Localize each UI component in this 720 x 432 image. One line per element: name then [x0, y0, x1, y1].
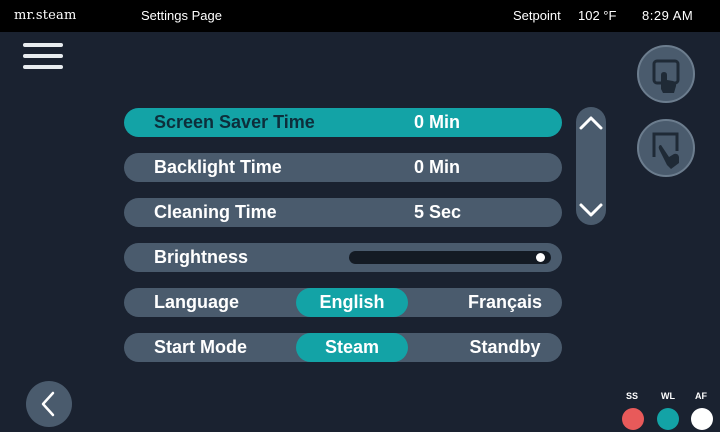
back-button[interactable]: [26, 381, 72, 427]
setpoint-label: Setpoint: [513, 8, 561, 23]
start-mode-label: Start Mode: [154, 337, 248, 357]
backlight-time-value: 0 Min: [414, 157, 461, 177]
screen-saver-time-row[interactable]: Screen Saver Time 0 Min: [124, 108, 562, 137]
hand-touch-up-button[interactable]: [637, 45, 695, 103]
language-row: Language English Français: [124, 288, 562, 317]
status-bar: mr.steam Settings Page Setpoint 102 °F 8…: [0, 0, 720, 32]
status-label-wl: WL: [661, 391, 675, 401]
language-option-english[interactable]: English: [296, 288, 408, 317]
backlight-time-row[interactable]: Backlight Time 0 Min: [124, 153, 562, 182]
cleaning-time-label: Cleaning Time: [154, 202, 277, 222]
brightness-slider-handle[interactable]: [536, 253, 545, 262]
hamburger-menu-icon[interactable]: [23, 43, 63, 69]
status-label-ss: SS: [626, 391, 639, 401]
hand-touch-up-icon: [652, 59, 680, 93]
status-indicator-wl: [657, 408, 679, 430]
scroll-control: [576, 107, 606, 225]
screen-saver-time-label: Screen Saver Time: [154, 112, 315, 132]
chevron-up-icon[interactable]: [576, 109, 606, 139]
start-mode-row: Start Mode Steam Standby: [124, 333, 562, 362]
brightness-label: Brightness: [154, 247, 249, 267]
brand-logo: mr.steam: [14, 8, 77, 23]
language-option-francais[interactable]: Français: [448, 288, 562, 317]
hand-touch-down-icon: [652, 132, 679, 169]
status-indicator-ss: [622, 408, 644, 430]
screen-saver-time-value: 0 Min: [414, 112, 461, 132]
setpoint-value: 102 °F: [578, 8, 617, 23]
start-mode-option-standby[interactable]: Standby: [448, 333, 562, 362]
cleaning-time-row[interactable]: Cleaning Time 5 Sec: [124, 198, 562, 227]
hand-touch-down-button[interactable]: [637, 119, 695, 177]
language-label: Language: [154, 292, 240, 312]
backlight-time-label: Backlight Time: [154, 157, 282, 177]
clock: 8:29 AM: [642, 8, 694, 23]
brightness-slider[interactable]: [349, 251, 551, 264]
page-title: Settings Page: [141, 8, 222, 23]
brightness-row: Brightness: [124, 243, 562, 272]
cleaning-time-value: 5 Sec: [414, 202, 462, 222]
start-mode-option-steam[interactable]: Steam: [296, 333, 408, 362]
chevron-left-icon: [41, 391, 55, 417]
chevron-down-icon[interactable]: [576, 195, 606, 225]
status-indicator-af: [691, 408, 713, 430]
status-label-af: AF: [695, 391, 707, 401]
